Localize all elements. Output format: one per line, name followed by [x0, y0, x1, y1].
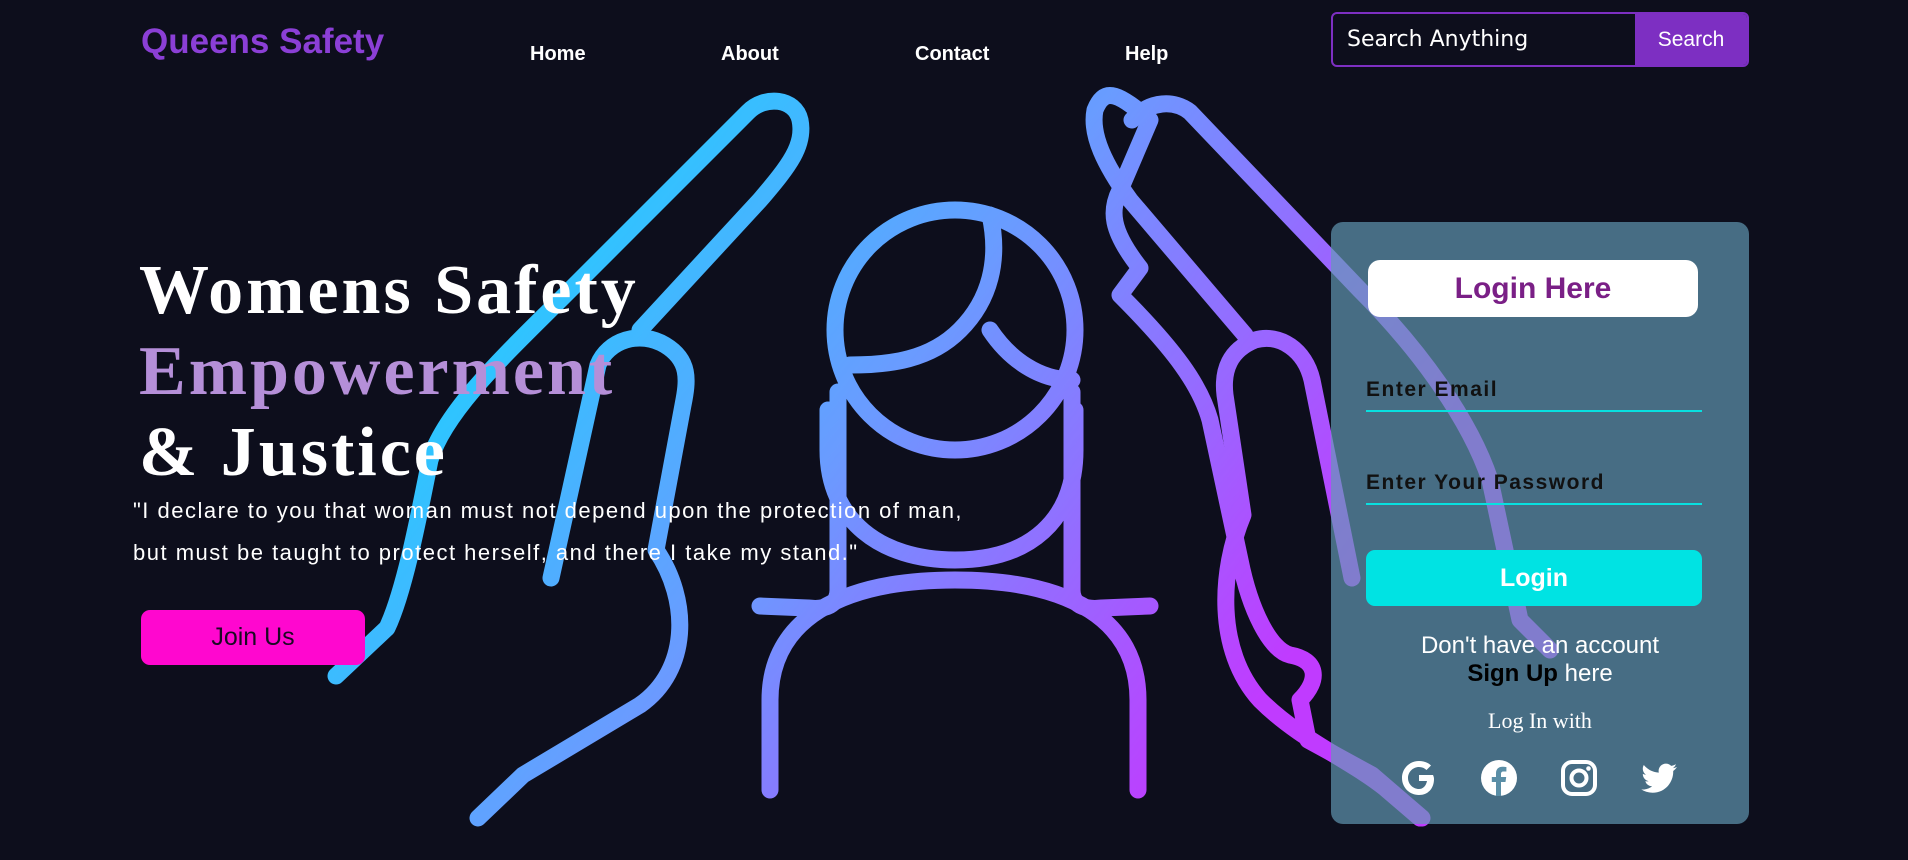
facebook-icon[interactable] [1477, 756, 1521, 800]
nav-home[interactable]: Home [530, 43, 586, 66]
google-icon[interactable] [1397, 756, 1441, 800]
search-button[interactable]: Search [1635, 14, 1747, 65]
join-us-button[interactable]: Join Us [141, 610, 365, 665]
login-with-label: Log In with [1488, 708, 1592, 733]
hero-quote-line2: but must be taught to protect herself, a… [133, 540, 859, 565]
login-header: Login Here [1368, 260, 1698, 317]
signup-link[interactable]: Sign Up [1467, 660, 1558, 687]
search-bar: Search [1331, 12, 1749, 67]
email-field[interactable] [1366, 370, 1702, 412]
hero-title-line2: Empowerment [139, 333, 616, 410]
site-logo[interactable]: Queens Safety [141, 22, 384, 62]
no-account-text: Don't have an account [1420, 632, 1660, 659]
hero-title-line3: & Justice [139, 414, 448, 491]
nav-about[interactable]: About [721, 43, 779, 66]
search-input[interactable] [1333, 14, 1635, 65]
hero-title: Womens Safety Empowerment & Justice [139, 250, 639, 493]
instagram-icon[interactable] [1557, 756, 1601, 800]
signup-prompt: Don't have an account Sign Up here [1331, 632, 1749, 688]
twitter-icon[interactable] [1637, 756, 1681, 800]
login-button[interactable]: Login [1366, 550, 1702, 606]
hero-quote-line1: "I declare to you that woman must not de… [133, 498, 964, 523]
password-field[interactable] [1366, 463, 1702, 505]
signup-suffix: here [1557, 660, 1613, 687]
nav-contact[interactable]: Contact [915, 43, 989, 66]
hero-quote: "I declare to you that woman must not de… [133, 490, 1033, 574]
login-panel: Login Here Login Don't have an account S… [1331, 222, 1749, 824]
page: Queens Safety Home About Contact Help Se… [0, 0, 1908, 860]
nav-help[interactable]: Help [1125, 43, 1168, 66]
hero-title-line1: Womens Safety [139, 252, 639, 329]
